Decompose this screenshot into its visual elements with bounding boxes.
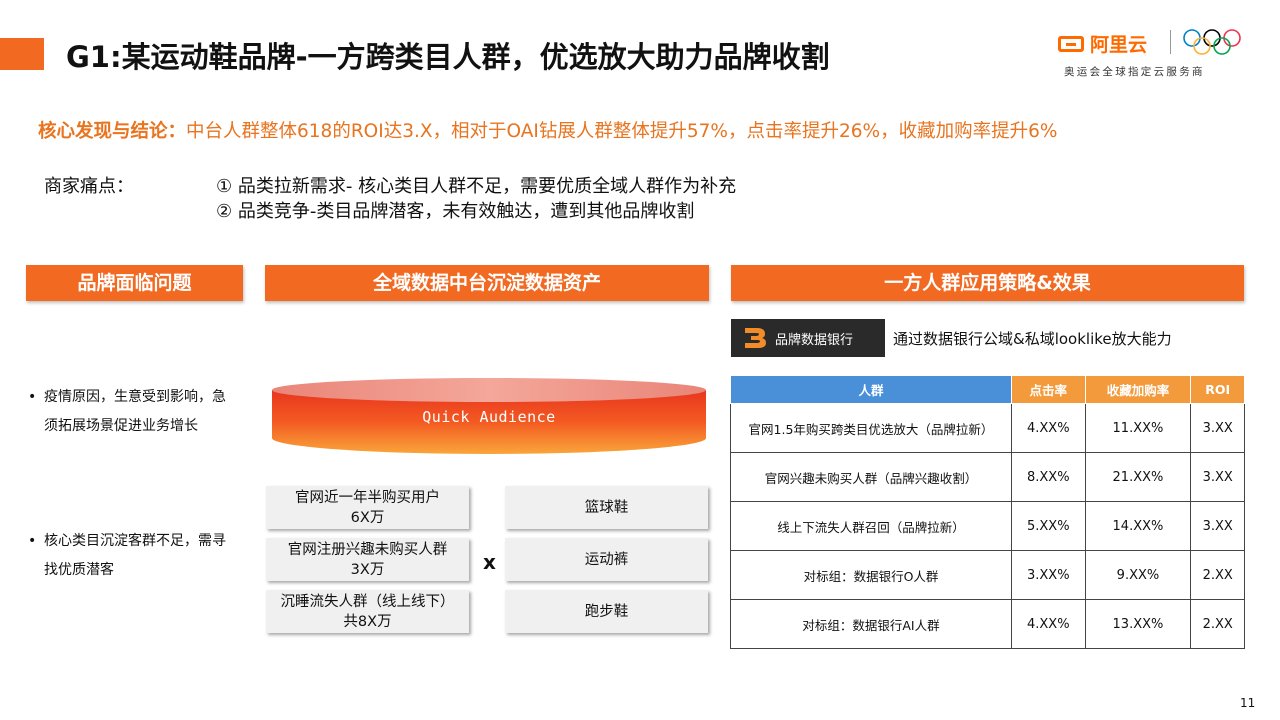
table-cell: 2.XX (1190, 599, 1245, 649)
times-sign: x (483, 550, 496, 574)
key-finding-text: 中台人群整体618的ROI达3.X，相对于OAI钻展人群整体提升57%，点击率提… (186, 121, 1058, 142)
table-cell: 9.XX% (1084, 550, 1192, 600)
table-row: 线上下流失人群召回（品牌拉新） 5.XX% 14.XX% 3.XX (730, 501, 1245, 551)
table-row: 官网1.5年购买跨类目优选放大（品牌拉新） 4.XX% 11.XX% 3.XX (730, 403, 1245, 453)
table-header-cell: 收藏加购率 (1084, 375, 1192, 404)
data-bank-description: 通过数据银行公域&私域looklike放大能力 (893, 330, 1172, 348)
table-cell: 13.XX% (1084, 599, 1192, 649)
key-finding: 核心发现与结论：中台人群整体618的ROI达3.X，相对于OAI钻展人群整体提升… (38, 117, 1057, 143)
table-cell: 对标组：数据银行AI人群 (730, 599, 1012, 649)
aliyun-mark-icon (1058, 35, 1084, 52)
data-bank-logo-icon (745, 328, 766, 348)
section-header-data-assets: 全域数据中台沉淀数据资产 (265, 265, 709, 301)
pain-point-item: ② 品类竞争-类目品牌潜客，未有效触达，遭到其他品牌收割 (216, 201, 695, 222)
audience-box-size: 3X万 (350, 561, 385, 578)
category-box: 运动裤 (505, 538, 708, 581)
table-cell: 3.XX (1190, 452, 1245, 502)
table-header-row: 人群 点击率 收藏加购率 ROI (730, 375, 1245, 404)
results-table: 人群 点击率 收藏加购率 ROI 官网1.5年购买跨类目优选放大（品牌拉新） 4… (730, 375, 1245, 649)
problem-bullet: 疫情原因，生意受到影响，急须拓展场景促进业务增长 (28, 383, 238, 441)
logo-brand-text: 阿里云 (1090, 34, 1148, 56)
page-number: 11 (1240, 696, 1256, 710)
section-header-problems: 品牌面临问题 (26, 265, 243, 301)
table-cell: 3.XX% (1011, 550, 1086, 600)
aliyun-logo: 阿里云 奥运会全球指定云服务商 (1058, 28, 1248, 80)
data-bank-label: 品牌数据银行 (775, 332, 854, 348)
category-box: 篮球鞋 (505, 486, 708, 529)
pain-points-label: 商家痛点： (44, 176, 134, 197)
table-row: 对标组：数据银行O人群 3.XX% 9.XX% 2.XX (730, 550, 1245, 600)
table-row: 官网兴趣未购买人群（品牌兴趣收割） 8.XX% 21.XX% 3.XX (730, 452, 1245, 502)
table-cell: 14.XX% (1084, 501, 1192, 551)
audience-box-size: 6X万 (350, 509, 385, 526)
table-cell: 3.XX (1190, 403, 1245, 453)
audience-box: 沉睡流失人群（线上线下） 共8X万 (266, 590, 469, 633)
page-title: G1:某运动鞋品牌-一方跨类目人群，优选放大助力品牌收割 (66, 40, 830, 74)
section-header-strategy: 一方人群应用策略&效果 (731, 265, 1244, 301)
logo-divider (1170, 30, 1171, 54)
audience-box-title: 官网近一年半购买用户 (295, 489, 440, 506)
audience-box: 官网注册兴趣未购买人群 3X万 (266, 538, 469, 581)
table-cell: 21.XX% (1084, 452, 1192, 502)
title-accent-bar (0, 38, 44, 70)
audience-box: 官网近一年半购买用户 6X万 (266, 486, 469, 529)
table-row: 对标组：数据银行AI人群 4.XX% 13.XX% 2.XX (730, 599, 1245, 649)
problem-bullet: 核心类目沉淀客群不足，需寻找优质潜客 (28, 527, 238, 585)
logo-subtitle: 奥运会全球指定云服务商 (1064, 66, 1205, 78)
table-cell: 11.XX% (1084, 403, 1192, 453)
table-header-cell: ROI (1190, 375, 1245, 404)
key-finding-label: 核心发现与结论： (38, 121, 187, 142)
table-cell: 4.XX% (1011, 403, 1086, 453)
table-cell: 官网1.5年购买跨类目优选放大（品牌拉新） (730, 403, 1012, 453)
logo-brand: 阿里云 (1058, 30, 1147, 57)
olympic-rings-icon (1183, 29, 1241, 55)
table-cell: 对标组：数据银行O人群 (730, 550, 1012, 600)
table-cell: 5.XX% (1011, 501, 1086, 551)
audience-box-title: 沉睡流失人群（线上线下） (280, 593, 455, 610)
data-bank-badge: 品牌数据银行 (731, 319, 885, 357)
category-box: 跑步鞋 (505, 590, 708, 633)
pain-point-item: ① 品类拉新需求- 核心类目人群不足，需要优质全域人群作为补充 (216, 176, 737, 197)
table-cell: 4.XX% (1011, 599, 1086, 649)
table-header-cell: 点击率 (1011, 375, 1086, 404)
table-cell: 3.XX (1190, 501, 1245, 551)
audience-box-title: 官网注册兴趣未购买人群 (287, 541, 448, 558)
table-cell: 8.XX% (1011, 452, 1086, 502)
table-header-cell: 人群 (730, 375, 1012, 404)
table-cell: 2.XX (1190, 550, 1245, 600)
audience-box-size: 共8X万 (343, 613, 392, 630)
table-cell: 官网兴趣未购买人群（品牌兴趣收割） (730, 452, 1012, 502)
table-cell: 线上下流失人群召回（品牌拉新） (730, 501, 1012, 551)
cylinder-label: Quick Audience (422, 408, 556, 426)
